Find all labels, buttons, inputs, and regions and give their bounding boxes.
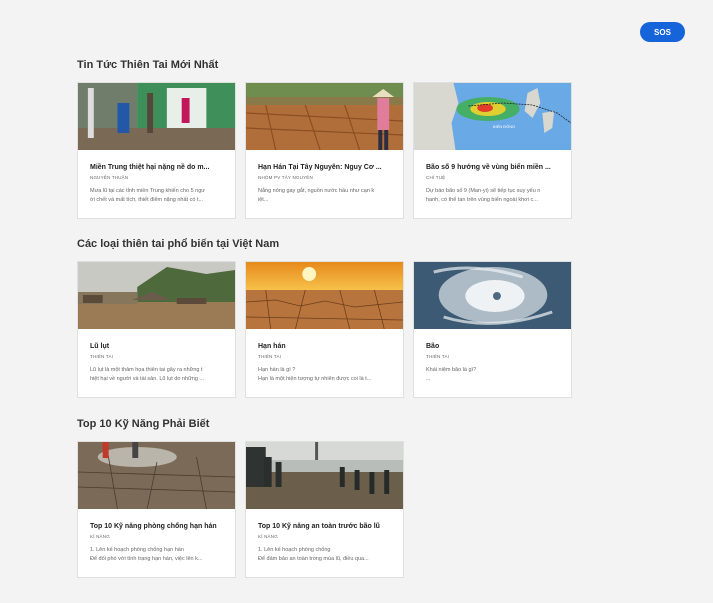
card-author: KĨ NĂNG (90, 534, 110, 539)
card-title: Top 10 Kỹ năng phòng chống hạn hán (90, 523, 217, 530)
card-description: Nắng nóng gay gắt, nguồn nước hầu như cạ… (258, 188, 375, 203)
card-description: Lũ lụt là một thảm họa thiên tai gây ra … (90, 367, 205, 382)
section-latest-news: Tin Tức Thiên Tai Mới Nhất Miền Trung th… (77, 57, 572, 219)
section-title: Các loại thiên tai phổ biến tại Việt Nam (77, 238, 280, 250)
card-title: Bão số 9 hướng về vùng biển miền ... (426, 164, 551, 171)
card-image-soldiers-flood (246, 442, 403, 509)
card-author: THIÊN TAI (258, 354, 282, 359)
card-author: NGUYỄN THUẬN (90, 175, 129, 180)
card-description: 1. Lên kế hoạch phòng chống hạn hán Để đ… (90, 547, 203, 562)
skill-card[interactable]: Top 10 Kỹ năng phòng chống hạn hán KĨ NĂ… (77, 441, 236, 578)
card-image-flood-village (78, 262, 235, 329)
news-card[interactable]: Hạn Hán Tại Tây Nguyên: Nguy Cơ ... NHÓM… (245, 82, 404, 219)
card-image-flood-house (78, 83, 235, 150)
section-title: Top 10 Kỹ Năng Phải Biết (77, 418, 210, 430)
card-title: Hạn Hán Tại Tây Nguyên: Nguy Cơ ... (258, 164, 382, 171)
card-image-typhoon-satellite (414, 262, 571, 329)
card-image-storm-map: BIỂN ĐÔNG (414, 83, 571, 150)
card-image-drought-farmer (246, 83, 403, 150)
disaster-card[interactable]: Bão THIÊN TAI Khái niệm bão là gì? ... (413, 261, 572, 398)
card-author: CHÍ TUỆ (426, 175, 446, 180)
disaster-card[interactable]: Lũ lụt THIÊN TAI Lũ lụt là một thảm họa … (77, 261, 236, 398)
card-description: Hạn hán là gì ? Hạn là một hiện tượng tự… (258, 367, 372, 382)
section-title: Tin Tức Thiên Tai Mới Nhất (77, 59, 219, 71)
sos-button[interactable]: SOS (640, 22, 685, 42)
card-author: THIÊN TAI (90, 354, 114, 359)
card-description: Mưa lũ tại các tỉnh miền Trung khiến cho… (90, 188, 205, 203)
card-author: NHÓM PV TÂY NGUYÊN (258, 175, 313, 180)
card-title: Miền Trung thiệt hại nặng nề do m... (90, 164, 210, 171)
card-title: Bão (426, 343, 440, 350)
card-image-cracked-earth-sunset (246, 262, 403, 329)
card-description: Khái niệm bão là gì? ... (426, 367, 477, 382)
card-author: THIÊN TAI (426, 354, 450, 359)
section-top-skills: Top 10 Kỹ Năng Phải Biết Top 10 Kỹ năng … (77, 416, 404, 578)
card-title: Hạn hán (258, 343, 286, 350)
disaster-card[interactable]: Hạn hán THIÊN TAI Hạn hán là gì ? Hạn là… (245, 261, 404, 398)
card-description: 1. Lên kế hoạch phòng chống Để đảm bảo a… (258, 547, 369, 562)
news-card[interactable]: Miền Trung thiệt hại nặng nề do m... NGU… (77, 82, 236, 219)
card-author: KĨ NĂNG (258, 534, 278, 539)
svg-text:BIỂN ĐÔNG: BIỂN ĐÔNG (493, 124, 515, 129)
card-title: Top 10 Kỹ năng an toàn trước bão lũ (258, 523, 380, 530)
section-disaster-types: Các loại thiên tai phổ biến tại Việt Nam… (77, 236, 572, 398)
card-title: Lũ lụt (90, 343, 110, 350)
card-image-drought-pond (78, 442, 235, 509)
card-description: Dự báo bão số 9 (Man-yi) sẽ tiếp tục suy… (426, 188, 541, 203)
skill-card[interactable]: Top 10 Kỹ năng an toàn trước bão lũ KĨ N… (245, 441, 404, 578)
news-card[interactable]: BIỂN ĐÔNG Bão số 9 hướng về vùng biển mi… (413, 82, 572, 219)
